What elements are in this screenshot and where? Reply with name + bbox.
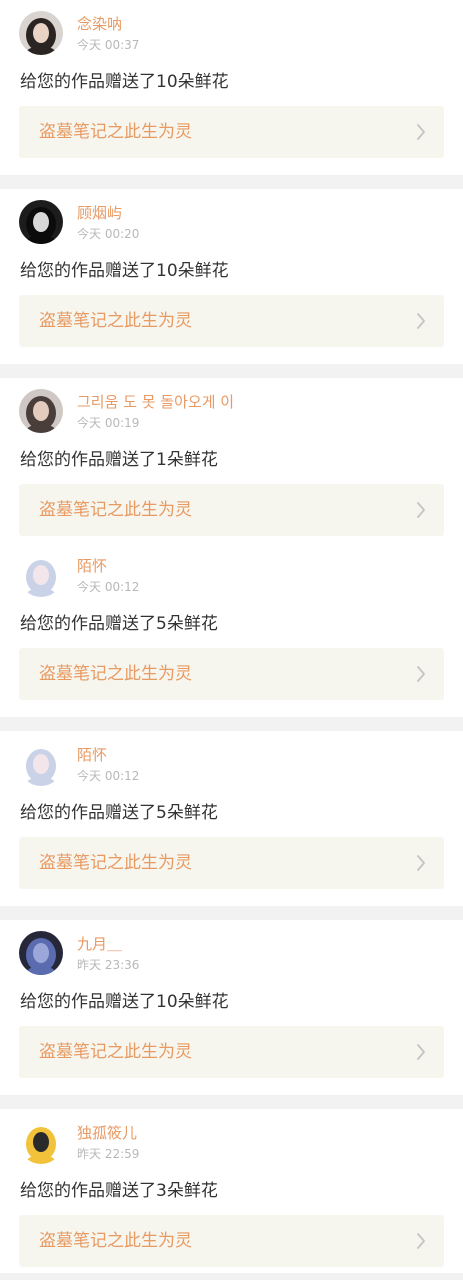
work-link[interactable]: 盗墓笔记之此生为灵	[19, 837, 444, 889]
work-title: 盗墓笔记之此生为灵	[39, 1231, 192, 1251]
avatar-dark-hair	[19, 11, 63, 55]
work-title: 盗墓笔记之此生为灵	[39, 311, 192, 331]
gift-message: 给您的作品赠送了5朵鲜花	[20, 803, 218, 823]
gift-notification: 陌怀 今天 00:12 给您的作品赠送了5朵鲜花 盗墓笔记之此生为灵	[0, 731, 463, 906]
gift-message: 给您的作品赠送了10朵鲜花	[20, 992, 229, 1012]
notification-header: 그리움 도 못 돌아오게 이 今天 00:19	[0, 389, 463, 433]
gift-notification: 陌怀 今天 00:12 给您的作品赠送了5朵鲜花 盗墓笔记之此生为灵	[0, 542, 463, 717]
gift-message: 给您的作品赠送了5朵鲜花	[20, 614, 218, 634]
user-name[interactable]: 独孤筱儿	[77, 1123, 137, 1143]
user-name[interactable]: 陌怀	[77, 556, 107, 576]
notification-header: 九月＿ 昨天 23:36	[0, 931, 463, 975]
chevron-right-icon	[417, 1044, 425, 1060]
section-divider	[0, 175, 463, 189]
work-title: 盗墓笔记之此生为灵	[39, 122, 192, 142]
timestamp: 昨天 23:36	[77, 958, 140, 972]
avatar[interactable]	[19, 1120, 63, 1164]
gift-notification: 그리움 도 못 돌아오게 이 今天 00:19 给您的作品赠送了1朵鲜花 盗墓笔…	[0, 378, 463, 542]
notification-header: 顾烟屿 今天 00:20	[0, 200, 463, 244]
avatar-anime-white-hair	[19, 742, 63, 786]
work-title: 盗墓笔记之此生为灵	[39, 500, 192, 520]
chevron-right-icon	[417, 313, 425, 329]
chevron-right-icon	[417, 666, 425, 682]
work-title: 盗墓笔记之此生为灵	[39, 1042, 192, 1062]
notification-header: 陌怀 今天 00:12	[0, 553, 463, 597]
work-link[interactable]: 盗墓笔记之此生为灵	[19, 295, 444, 347]
chevron-right-icon	[417, 124, 425, 140]
notification-feed: 念染呐 今天 00:37 给您的作品赠送了10朵鲜花 盗墓笔记之此生为灵 顾烟屿…	[0, 0, 463, 1273]
user-name[interactable]: 顾烟屿	[77, 203, 122, 223]
timestamp: 今天 00:20	[77, 227, 140, 241]
gift-notification: 独孤筱儿 昨天 22:59 给您的作品赠送了3朵鲜花 盗墓笔记之此生为灵	[0, 1109, 463, 1273]
notification-header: 独孤筱儿 昨天 22:59	[0, 1120, 463, 1164]
timestamp: 今天 00:37	[77, 38, 140, 52]
work-title: 盗墓笔记之此生为灵	[39, 853, 192, 873]
user-name[interactable]: 九月＿	[77, 934, 122, 954]
gift-notification: 顾烟屿 今天 00:20 给您的作品赠送了10朵鲜花 盗墓笔记之此生为灵	[0, 189, 463, 364]
work-title: 盗墓笔记之此生为灵	[39, 664, 192, 684]
avatar[interactable]	[19, 553, 63, 597]
avatar[interactable]	[19, 931, 63, 975]
notification-header: 念染呐 今天 00:37	[0, 11, 463, 55]
user-name[interactable]: 念染呐	[77, 14, 122, 34]
gift-notification: 念染呐 今天 00:37 给您的作品赠送了10朵鲜花 盗墓笔记之此生为灵	[0, 0, 463, 175]
chevron-right-icon	[417, 1233, 425, 1249]
avatar[interactable]	[19, 200, 63, 244]
section-divider	[0, 1095, 463, 1109]
timestamp: 今天 00:12	[77, 580, 140, 594]
notification-header: 陌怀 今天 00:12	[0, 742, 463, 786]
avatar[interactable]	[19, 11, 63, 55]
work-link[interactable]: 盗墓笔记之此生为灵	[19, 1026, 444, 1078]
work-link[interactable]: 盗墓笔记之此生为灵	[19, 648, 444, 700]
gift-notification: 九月＿ 昨天 23:36 给您的作品赠送了10朵鲜花 盗墓笔记之此生为灵	[0, 920, 463, 1095]
avatar-portrait	[19, 389, 63, 433]
chevron-right-icon	[417, 502, 425, 518]
work-link[interactable]: 盗墓笔记之此生为灵	[19, 1215, 444, 1267]
section-divider	[0, 906, 463, 920]
avatar[interactable]	[19, 742, 63, 786]
timestamp: 今天 00:19	[77, 416, 140, 430]
gift-message: 给您的作品赠送了10朵鲜花	[20, 261, 229, 281]
gift-message: 给您的作品赠送了3朵鲜花	[20, 1181, 218, 1201]
avatar-black-white	[19, 200, 63, 244]
gift-message: 给您的作品赠送了1朵鲜花	[20, 450, 218, 470]
user-name[interactable]: 그리움 도 못 돌아오게 이	[77, 392, 234, 412]
avatar-yellow-cartoon	[19, 1120, 63, 1164]
work-link[interactable]: 盗墓笔记之此生为灵	[19, 106, 444, 158]
gift-message: 给您的作品赠送了10朵鲜花	[20, 72, 229, 92]
work-link[interactable]: 盗墓笔记之此生为灵	[19, 484, 444, 536]
avatar[interactable]	[19, 389, 63, 433]
avatar-night-scene	[19, 931, 63, 975]
avatar-anime-white-hair	[19, 553, 63, 597]
user-name[interactable]: 陌怀	[77, 745, 107, 765]
section-divider	[0, 364, 463, 378]
chevron-right-icon	[417, 855, 425, 871]
timestamp: 今天 00:12	[77, 769, 140, 783]
section-divider	[0, 717, 463, 731]
timestamp: 昨天 22:59	[77, 1147, 140, 1161]
